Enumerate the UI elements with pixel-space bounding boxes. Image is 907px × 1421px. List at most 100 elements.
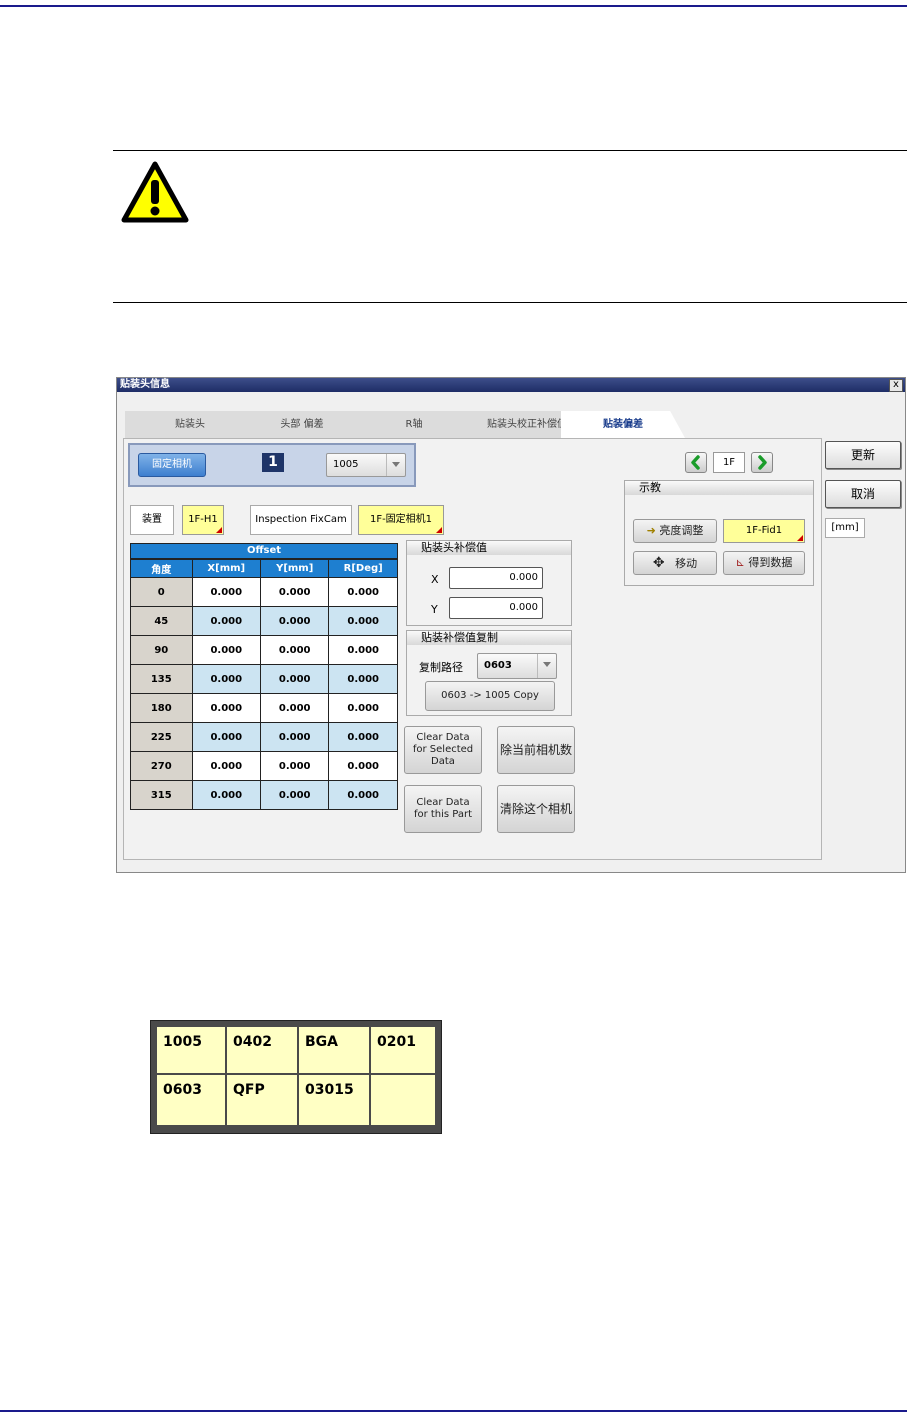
angle-cell: 180 [130,693,193,723]
table-row[interactable]: 315 0.000 0.000 0.000 [130,780,398,810]
y-cell[interactable]: 0.000 [259,606,330,636]
cancel-button[interactable]: 取消 [825,480,901,508]
part-cell[interactable]: 0402 [227,1027,297,1073]
r-cell[interactable]: 0.000 [328,577,398,607]
r-cell[interactable]: 0.000 [328,780,398,810]
window-title: 贴装头信息 [120,379,170,390]
clear-part-data-button[interactable]: Clear Data for this Part [404,785,482,833]
x-cell[interactable]: 0.000 [191,751,262,781]
tab-placement-head[interactable]: 贴装头 [125,411,255,438]
fiducial-field[interactable]: 1F-Fid1 [723,519,805,543]
teach-group: 示教 ➜ 亮度调整 1F-Fid1 ✥ 移动 ⊾ 得到数据 [624,480,814,586]
y-offset-input[interactable]: 0.000 [449,597,543,619]
chevron-right-icon [758,455,767,470]
x-cell[interactable]: 0.000 [191,664,262,694]
camera-bar: 固定相机 1 1005 [128,443,416,487]
clear-current-camera-button[interactable]: 除当前相机数 [497,726,575,774]
y-cell[interactable]: 0.000 [259,780,330,810]
table-row[interactable]: 180 0.000 0.000 0.000 [130,693,398,723]
close-button[interactable]: x [889,379,903,392]
copy-path-select[interactable]: 0603 [477,653,557,679]
chart-axis-icon: ⊾ [735,556,745,569]
table-row[interactable]: 90 0.000 0.000 0.000 [130,635,398,665]
move-button[interactable]: ✥ 移动 [633,551,717,575]
head-field[interactable]: 1F-H1 [182,505,224,535]
r-cell[interactable]: 0.000 [328,722,398,752]
part-select[interactable]: 1005 [326,453,406,477]
brightness-label: 亮度调整 [659,524,704,537]
clear-this-camera-button[interactable]: 清除这个相机 [497,785,575,833]
y-cell[interactable]: 0.000 [259,577,330,607]
device-label: 装置 [130,505,174,535]
floor-display: 1F [713,452,745,473]
x-cell[interactable]: 0.000 [191,635,262,665]
part-select-value: 1005 [333,459,359,470]
table-row[interactable]: 225 0.000 0.000 0.000 [130,722,398,752]
clear-selected-data-label: Clear Data for Selected Data [412,732,474,767]
brightness-button[interactable]: ➜ 亮度调整 [633,519,717,543]
x-cell[interactable]: 0.000 [191,577,262,607]
part-cell[interactable]: BGA [299,1027,369,1073]
x-cell[interactable]: 0.000 [191,693,262,723]
next-floor-button[interactable] [751,452,773,473]
x-cell[interactable]: 0.000 [191,780,262,810]
r-cell[interactable]: 0.000 [328,693,398,723]
head-field-value: 1F-H1 [188,514,218,525]
r-cell[interactable]: 0.000 [328,751,398,781]
angle-cell: 45 [130,606,193,636]
offset-table: Offset 角度 X[mm] Y[mm] R[Deg] 0 0.000 0.0… [130,543,398,810]
compensation-copy-title: 贴装补偿值复制 [407,631,571,645]
copy-path-label: 复制路径 [419,661,463,674]
y-cell[interactable]: 0.000 [259,722,330,752]
camera-number: 1 [262,453,284,472]
clear-selected-data-button[interactable]: Clear Data for Selected Data [404,726,482,774]
angle-cell: 0 [130,577,193,607]
caution-bottom-rule [113,302,907,303]
angle-cell: 135 [130,664,193,694]
part-cell[interactable]: 03015 [299,1075,369,1125]
update-button[interactable]: 更新 [825,441,901,469]
copy-button[interactable]: 0603 -> 1005 Copy [425,681,555,711]
table-row[interactable]: 135 0.000 0.000 0.000 [130,664,398,694]
r-cell[interactable]: 0.000 [328,635,398,665]
head-compensation-title: 贴装头补偿值 [407,541,571,555]
table-row[interactable]: 0 0.000 0.000 0.000 [130,577,398,607]
y-cell[interactable]: 0.000 [259,635,330,665]
table-row[interactable]: 270 0.000 0.000 0.000 [130,751,398,781]
fixed-camera-button[interactable]: 固定相机 [138,453,206,477]
part-cell[interactable]: 0603 [157,1075,225,1125]
column-header: 角度 [130,559,193,578]
get-data-button[interactable]: ⊾ 得到数据 [723,551,805,575]
table-row[interactable]: 45 0.000 0.000 0.000 [130,606,398,636]
y-cell[interactable]: 0.000 [259,751,330,781]
x-cell[interactable]: 0.000 [191,722,262,752]
x-cell[interactable]: 0.000 [191,606,262,636]
clear-part-data-label: Clear Data for this Part [413,797,473,820]
inspection-label: Inspection FixCam [250,505,352,535]
column-header: X[mm] [191,559,262,578]
part-cell[interactable]: 1005 [157,1027,225,1073]
r-cell[interactable]: 0.000 [328,606,398,636]
part-cell[interactable]: 0201 [371,1027,435,1073]
column-header: R[Deg] [328,559,398,578]
y-cell[interactable]: 0.000 [259,693,330,723]
part-cell[interactable]: QFP [227,1075,297,1125]
title-bar: 贴装头信息 x [117,378,905,392]
r-cell[interactable]: 0.000 [328,664,398,694]
y-cell[interactable]: 0.000 [259,664,330,694]
part-cell[interactable] [371,1075,435,1125]
tab-placement-offset[interactable]: 贴装偏差 [561,411,685,438]
column-header: Y[mm] [259,559,330,578]
placement-head-info-window: 贴装头信息 x 贴装头 头部 偏差 R轴 贴装头校正补偿值 贴装偏差 固定相机 … [116,377,906,873]
head-compensation-group: 贴装头补偿值 X 0.000 Y 0.000 [406,540,572,626]
chevron-left-icon [691,455,700,470]
tab-head-offset[interactable]: 头部 偏差 [237,411,367,438]
move-icon: ✥ [652,555,665,571]
teach-title: 示教 [625,481,813,495]
offset-table-title: Offset [130,543,398,559]
camera-field[interactable]: 1F-固定相机1 [358,505,444,535]
x-offset-input[interactable]: 0.000 [449,567,543,589]
y-label: Y [431,603,438,616]
x-label: X [431,573,439,586]
prev-floor-button[interactable] [685,452,707,473]
